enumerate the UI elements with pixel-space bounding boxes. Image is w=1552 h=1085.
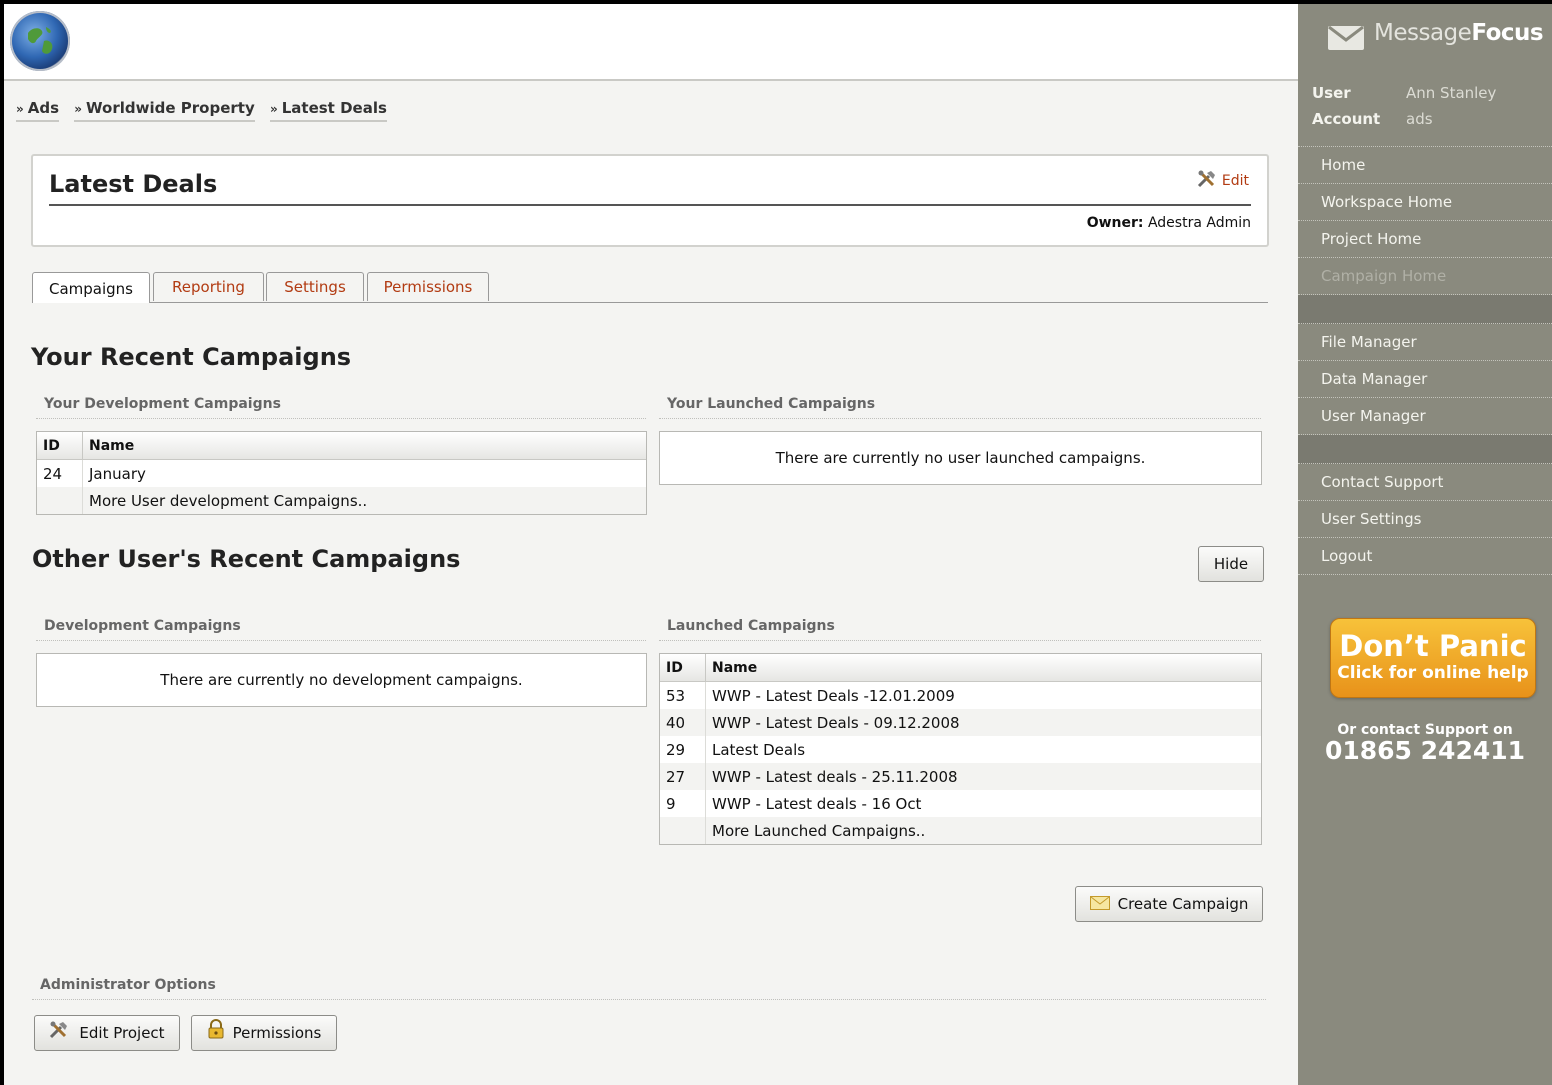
- sidebar: MessageFocus User Ann Stanley Account ads …: [1298, 4, 1552, 1085]
- tab-bar: Campaigns Reporting Settings Permissions: [32, 272, 1268, 303]
- recent-campaigns-heading: Your Recent Campaigns: [31, 343, 352, 371]
- nav-home[interactable]: Home: [1298, 147, 1552, 184]
- admin-options-label: Administrator Options: [32, 975, 1266, 1000]
- envelope-icon: [1089, 888, 1110, 922]
- edit-link[interactable]: Edit: [1197, 170, 1249, 192]
- launched-campaigns-empty: There are currently no user launched cam…: [659, 431, 1262, 485]
- nav-group-main: Home Workspace Home Project Home Campaig…: [1298, 146, 1552, 575]
- nav-user-settings[interactable]: User Settings: [1298, 501, 1552, 538]
- other-campaigns-heading: Other User's Recent Campaigns: [32, 545, 461, 573]
- tools-icon: [49, 1017, 71, 1051]
- page-header: Latest Deals Edit Owner: Adestra Admin: [31, 154, 1269, 247]
- nav-contact-support[interactable]: Contact Support: [1298, 464, 1552, 501]
- create-campaign-button[interactable]: Create Campaign: [1075, 886, 1263, 922]
- column-header-name: Name: [82, 432, 646, 460]
- user-info: User Ann Stanley Account ads: [1312, 84, 1497, 128]
- nav-user-manager[interactable]: User Manager: [1298, 398, 1552, 435]
- tab-settings[interactable]: Settings: [266, 272, 364, 301]
- breadcrumb-latest-deals[interactable]: » Latest Deals: [269, 99, 387, 122]
- padlock-icon: [207, 1017, 225, 1051]
- globe-logo-icon[interactable]: [10, 11, 70, 71]
- hide-button[interactable]: Hide: [1198, 546, 1264, 582]
- tools-icon: [1197, 170, 1219, 192]
- table-row[interactable]: 40 WWP - Latest Deals - 09.12.2008: [660, 709, 1261, 736]
- other-launched-campaigns-table: ID Name 53 WWP - Latest Deals -12.01.2009 …: [659, 653, 1262, 845]
- double-chevron-icon: »: [269, 102, 278, 116]
- more-launched-campaigns-link[interactable]: More Launched Campaigns..: [660, 817, 1261, 844]
- nav-data-manager[interactable]: Data Manager: [1298, 361, 1552, 398]
- double-chevron-icon: »: [74, 102, 83, 116]
- nav-file-manager[interactable]: File Manager: [1298, 324, 1552, 361]
- nav-workspace-home[interactable]: Workspace Home: [1298, 184, 1552, 221]
- messagefocus-logo: MessageFocus: [1374, 20, 1544, 46]
- dev-campaigns-table: ID Name 24 January More User development C…: [36, 431, 647, 515]
- dont-panic-help-button[interactable]: Don’t Panic Click for online help: [1330, 618, 1536, 698]
- other-launched-campaigns-label: Launched Campaigns: [659, 616, 1261, 641]
- other-dev-campaigns-empty: There are currently no development campa…: [36, 653, 647, 707]
- support-contact: Or contact Support on 01865 242411: [1298, 722, 1552, 764]
- column-header-name: Name: [705, 654, 1261, 682]
- support-phone: 01865 242411: [1324, 736, 1526, 765]
- tab-reporting[interactable]: Reporting: [153, 272, 264, 301]
- envelope-icon: [1328, 25, 1364, 54]
- table-row[interactable]: 9 WWP - Latest deals - 16 Oct: [660, 790, 1261, 817]
- nav-campaign-home: Campaign Home: [1298, 258, 1552, 295]
- edit-project-button[interactable]: Edit Project: [34, 1015, 180, 1051]
- nav-separator: [1298, 435, 1552, 464]
- nav-separator: [1298, 295, 1552, 324]
- double-chevron-icon: »: [16, 102, 24, 116]
- nav-project-home[interactable]: Project Home: [1298, 221, 1552, 258]
- launched-campaigns-label: Your Launched Campaigns: [659, 394, 1261, 419]
- tab-permissions[interactable]: Permissions: [367, 272, 489, 301]
- table-row[interactable]: 27 WWP - Latest deals - 25.11.2008: [660, 763, 1261, 790]
- more-dev-campaigns-link[interactable]: More User development Campaigns..: [37, 487, 646, 514]
- owner-info: Owner: Adestra Admin: [1086, 215, 1251, 231]
- other-dev-campaigns-label: Development Campaigns: [36, 616, 646, 641]
- main-content: » Ads » Worldwide Property » Latest Deals L…: [4, 4, 1298, 1085]
- page-title: Latest Deals: [49, 170, 218, 198]
- table-row[interactable]: 53 WWP - Latest Deals -12.01.2009: [660, 681, 1261, 709]
- column-header-id: ID: [37, 432, 83, 460]
- account-name: ads: [1406, 110, 1433, 128]
- table-row[interactable]: 24 January: [37, 459, 646, 487]
- dev-campaigns-label: Your Development Campaigns: [36, 394, 646, 419]
- permissions-button[interactable]: Permissions: [191, 1015, 337, 1051]
- header-divider: [49, 204, 1251, 206]
- breadcrumb: » Ads » Worldwide Property » Latest Deals: [16, 99, 397, 122]
- user-name: Ann Stanley: [1406, 84, 1497, 102]
- top-bar: [4, 4, 1298, 81]
- nav-logout[interactable]: Logout: [1298, 538, 1552, 575]
- tab-campaigns[interactable]: Campaigns: [32, 272, 150, 303]
- breadcrumb-worldwide-property[interactable]: » Worldwide Property: [74, 99, 255, 122]
- column-header-id: ID: [660, 654, 706, 682]
- table-row[interactable]: 29 Latest Deals: [660, 736, 1261, 763]
- breadcrumb-ads[interactable]: » Ads: [16, 99, 60, 122]
